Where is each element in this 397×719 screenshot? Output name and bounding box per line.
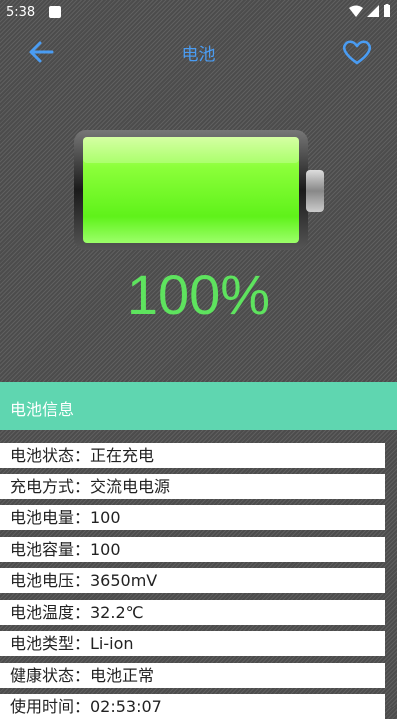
battery-level-row: 电池电量：100 bbox=[0, 505, 385, 530]
notification-icon bbox=[49, 6, 61, 18]
battery-type-row: 电池类型：Li-ion bbox=[0, 631, 385, 656]
battery-info-header: 电池信息 bbox=[0, 382, 397, 430]
status-bar: 5:38 bbox=[0, 0, 397, 26]
status-time: 5:38 bbox=[6, 5, 36, 20]
battery-percentage: 100% bbox=[126, 263, 271, 326]
charge-method-row: 充电方式：交流电电源 bbox=[0, 474, 385, 499]
battery-terminal bbox=[306, 170, 324, 212]
battery-temperature-row: 电池温度：32.2℃ bbox=[0, 600, 385, 625]
battery-voltage-row: 电池电压：3650mV bbox=[0, 568, 385, 593]
wifi-icon bbox=[349, 5, 363, 17]
favorite-button[interactable] bbox=[341, 38, 373, 66]
health-status-row: 健康状态：电池正常 bbox=[0, 663, 385, 688]
status-icons bbox=[349, 4, 391, 17]
heart-icon bbox=[342, 40, 372, 65]
battery-info-title: 电池信息 bbox=[10, 400, 75, 419]
battery-shine bbox=[83, 137, 299, 163]
battery-status-row: 电池状态：正在充电 bbox=[0, 443, 385, 468]
signal-icon bbox=[367, 4, 379, 17]
page-title: 电池 bbox=[181, 45, 216, 65]
battery-status-icon bbox=[384, 4, 390, 17]
battery-graphic bbox=[74, 130, 324, 250]
battery-capacity-row: 电池容量：100 bbox=[0, 537, 385, 562]
app-bar: 电池 bbox=[0, 26, 397, 78]
